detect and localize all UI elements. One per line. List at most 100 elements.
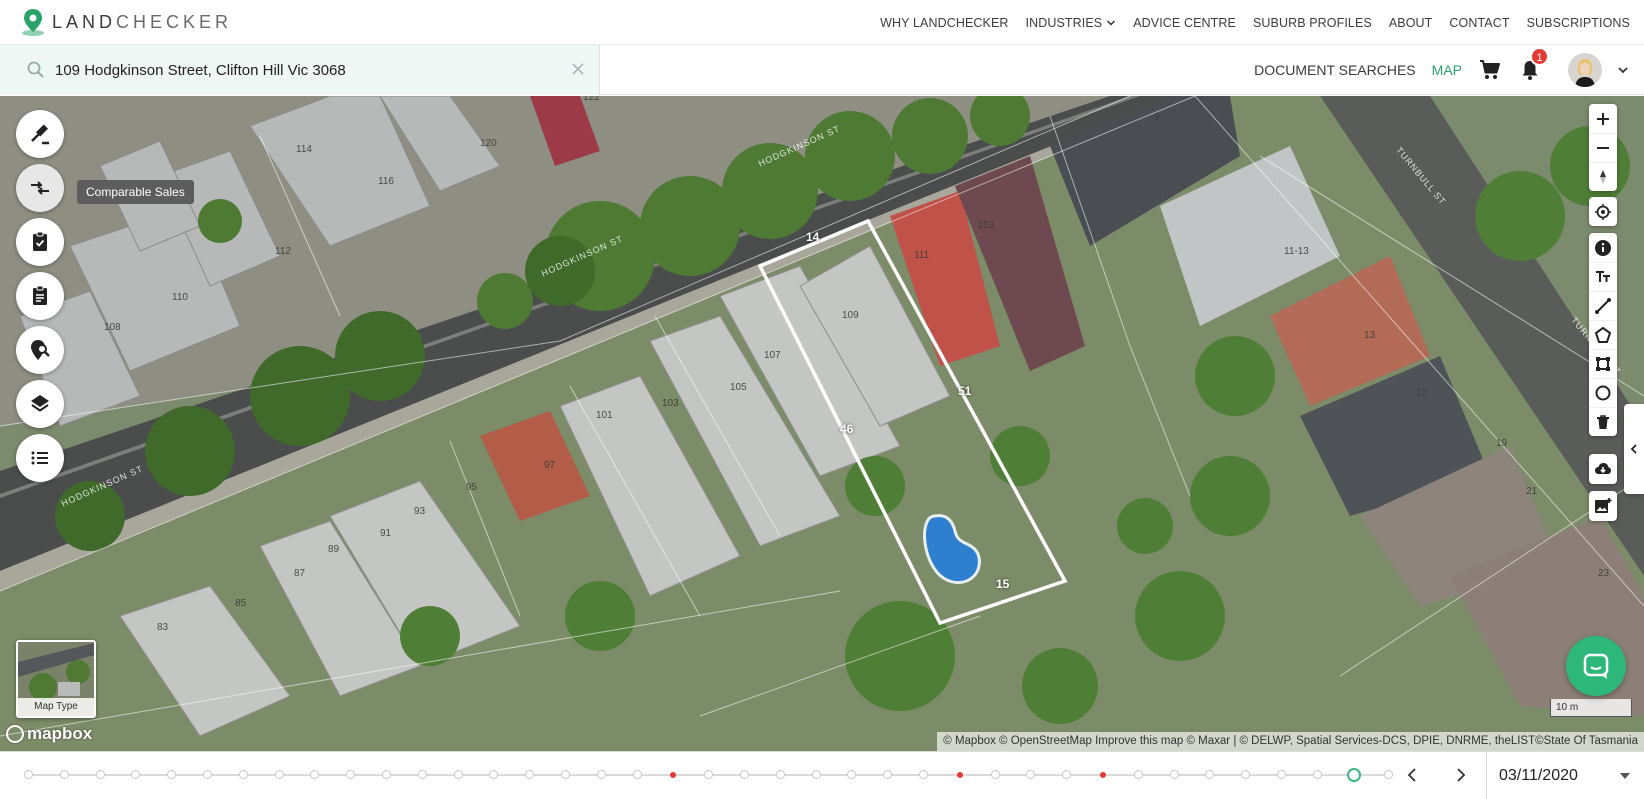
info-button[interactable]	[1589, 233, 1617, 262]
timeline-dot[interactable]	[1312, 770, 1322, 779]
add-image-button[interactable]	[1589, 491, 1617, 521]
text-tool-button[interactable]	[1589, 262, 1617, 291]
timeline-dot[interactable]	[131, 770, 141, 779]
timeline-dot[interactable]	[346, 770, 356, 779]
delete-tool-button[interactable]	[1589, 407, 1617, 436]
rectangle-tool-button[interactable]	[1589, 349, 1617, 378]
document-searches-link[interactable]: DOCUMENT SEARCHES	[1254, 62, 1416, 78]
timeline-dot[interactable]	[919, 770, 928, 779]
map-attribution[interactable]: © Mapbox © OpenStreetMap Improve this ma…	[937, 732, 1644, 751]
nav-industries[interactable]: INDUSTRIES	[1026, 16, 1117, 30]
timeline-dot[interactable]	[382, 770, 391, 779]
timeline-dot[interactable]	[489, 770, 499, 779]
timeline-dot[interactable]	[167, 770, 177, 779]
timeline-dot[interactable]	[956, 772, 963, 778]
chevron-down-icon[interactable]	[1616, 63, 1630, 77]
search-input[interactable]	[55, 57, 555, 83]
timeline-dot[interactable]	[1133, 770, 1143, 779]
timeline-dot[interactable]	[310, 770, 320, 779]
layers-button[interactable]	[16, 380, 64, 428]
zoom-in-button[interactable]	[1589, 104, 1617, 133]
timeline-dot[interactable]	[1062, 770, 1072, 779]
gavel-button[interactable]	[16, 110, 64, 158]
geolocate-button[interactable]	[1589, 197, 1617, 226]
timeline-dot[interactable]	[453, 770, 463, 779]
timeline-dot[interactable]	[704, 770, 714, 779]
line-tool-button[interactable]	[1589, 291, 1617, 320]
timeline-dot[interactable]	[274, 770, 284, 779]
timeline-dot[interactable]	[95, 770, 105, 779]
info-icon	[1595, 239, 1611, 256]
map-link[interactable]: MAP	[1432, 62, 1462, 78]
location-search-button[interactable]	[16, 326, 64, 374]
nav-subscriptions[interactable]: SUBSCRIPTIONS	[1527, 16, 1630, 30]
map-type-toggle[interactable]: Map Type	[16, 640, 96, 718]
comparable-sales-button[interactable]	[16, 164, 64, 212]
chevron-down-icon	[1107, 19, 1116, 26]
map-type-label: Map Type	[18, 698, 94, 716]
timeline-dot[interactable]	[596, 770, 606, 779]
download-button[interactable]	[1589, 454, 1617, 484]
chevron-left-icon[interactable]	[1403, 765, 1423, 785]
clipboard-check-button[interactable]	[16, 218, 64, 266]
nav-suburb-profiles[interactable]: SUBURB PROFILES	[1253, 16, 1372, 30]
timeline-dot[interactable]	[417, 770, 427, 779]
aerial-imagery[interactable]	[0, 96, 1644, 751]
timeline-dot[interactable]	[1026, 770, 1036, 779]
timeline-dot[interactable]	[670, 772, 677, 778]
add-image-control	[1589, 491, 1617, 521]
chat-button[interactable]	[1566, 636, 1626, 696]
polygon-tool-button[interactable]	[1589, 320, 1617, 349]
timeline-dot[interactable]	[561, 770, 570, 779]
zoom-out-button[interactable]	[1589, 133, 1617, 162]
timeline-dot[interactable]	[59, 770, 69, 779]
nav-why-landchecker[interactable]: WHY LANDCHECKER	[880, 16, 1008, 30]
mapbox-logo-icon	[6, 725, 24, 743]
timeline-dot[interactable]	[740, 770, 749, 779]
circle-tool-button[interactable]	[1589, 378, 1617, 407]
timeline-dot[interactable]	[203, 770, 212, 779]
compare-arrows-icon	[31, 181, 49, 195]
nav-links: WHY LANDCHECKER INDUSTRIES ADVICE CENTRE…	[880, 0, 1630, 45]
mapbox-logo: mapbox	[6, 724, 92, 744]
landchecker-logo[interactable]: LANDCHECKER	[20, 7, 232, 37]
chevron-right-icon[interactable]	[1450, 765, 1470, 785]
close-icon[interactable]	[570, 61, 586, 77]
date-select[interactable]: 03/11/2020	[1486, 752, 1644, 799]
nav-industries-label: INDUSTRIES	[1025, 15, 1103, 30]
timeline-dot[interactable]	[1384, 770, 1394, 779]
clipboard-button[interactable]	[16, 272, 64, 320]
timeline-dot[interactable]	[632, 770, 642, 779]
caret-down-icon	[1620, 773, 1630, 779]
timeline-dot[interactable]	[847, 770, 857, 779]
timeline-dot[interactable]	[1205, 770, 1215, 779]
nav-advice-centre[interactable]: ADVICE CENTRE	[1133, 16, 1236, 30]
mapbox-logo-text: mapbox	[27, 724, 93, 743]
timeline-dot[interactable]	[24, 770, 33, 779]
timeline-dot[interactable]	[883, 770, 893, 779]
nav-about[interactable]: ABOUT	[1389, 16, 1433, 30]
timeline-dot[interactable]	[1241, 770, 1251, 779]
side-panel-toggle[interactable]	[1624, 404, 1644, 494]
nav-contact[interactable]: CONTACT	[1449, 16, 1509, 30]
tooltip: Comparable Sales	[77, 180, 194, 204]
timeline-dot[interactable]	[775, 770, 785, 779]
cart-icon[interactable]	[1478, 58, 1502, 82]
avatar[interactable]	[1568, 53, 1602, 87]
secondary-nav: DOCUMENT SEARCHES MAP 1	[1254, 45, 1630, 95]
timeline-dot[interactable]	[990, 770, 1000, 779]
timeline-dot[interactable]	[238, 770, 248, 779]
timeline-dot[interactable]	[1100, 772, 1106, 778]
zoom-controls	[1589, 104, 1617, 191]
compass-button[interactable]	[1589, 162, 1617, 191]
timeline-dot[interactable]	[811, 770, 821, 779]
map-view[interactable]: HODGKINSON ST HODGKINSON ST HODGKINSON S…	[0, 96, 1644, 751]
timeline-dot[interactable]	[1169, 770, 1179, 779]
timeline-dot[interactable]	[525, 770, 535, 779]
timeline-dot[interactable]	[1277, 770, 1286, 779]
chat-icon	[1583, 653, 1609, 679]
map-pin-logo-icon	[22, 9, 44, 36]
timeline-dot-current[interactable]	[1346, 768, 1361, 782]
notifications-bell[interactable]: 1	[1518, 47, 1549, 82]
list-button[interactable]	[16, 434, 64, 482]
